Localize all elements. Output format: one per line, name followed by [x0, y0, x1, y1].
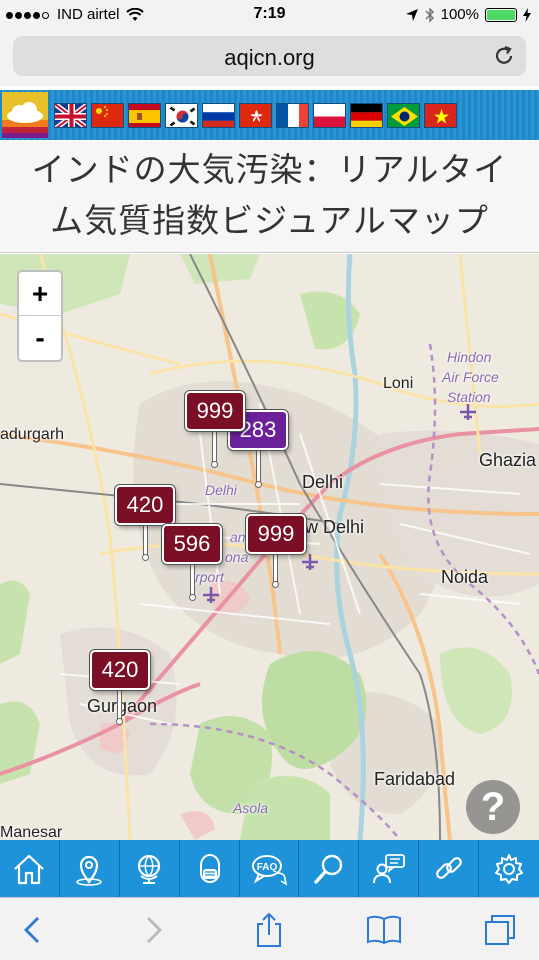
svg-text:FAQ: FAQ	[257, 862, 278, 873]
status-bar: IND airtel 7:19 100%	[0, 0, 539, 30]
flag-uk-icon[interactable]	[54, 103, 87, 128]
place-label-indira-2: ona	[225, 549, 249, 565]
nav-forum-button[interactable]	[359, 840, 420, 897]
battery-icon	[485, 7, 517, 22]
place-label-hindon-1: Hindon	[447, 349, 492, 365]
nav-settings-button[interactable]	[479, 840, 539, 897]
flag-china-icon[interactable]	[91, 103, 124, 128]
zoom-in-button[interactable]: +	[19, 272, 61, 316]
back-icon[interactable]	[16, 912, 52, 948]
marker-stem	[191, 561, 194, 597]
place-label-ghaziabad: Ghazia	[479, 450, 537, 470]
marker-stem	[257, 447, 260, 483]
url-text[interactable]: aqicn.org	[13, 45, 526, 71]
flag-vietnam-icon[interactable]	[424, 103, 457, 128]
nav-mask-button[interactable]	[180, 840, 240, 897]
nav-home-button[interactable]	[0, 840, 60, 897]
marker-stem	[144, 523, 147, 557]
home-icon	[14, 854, 45, 884]
address-bar[interactable]: aqicn.org	[13, 36, 526, 76]
search-icon	[314, 854, 343, 884]
place-label-faridabad: Faridabad	[374, 769, 456, 789]
zoom-control: + -	[17, 270, 63, 362]
forward-icon[interactable]	[134, 912, 170, 948]
page-title: インドの大気汚染：リアルタイ ム気質指数ビジュアルマップ	[0, 141, 539, 253]
marker-stem	[213, 429, 216, 464]
nav-search-button[interactable]	[299, 840, 360, 897]
faq-icon: FAQ	[252, 854, 288, 886]
flag-france-icon[interactable]	[276, 103, 309, 128]
flag-russia-icon[interactable]	[202, 103, 235, 128]
share-icon[interactable]	[251, 912, 287, 948]
place-label-manesar: Manesar	[0, 824, 63, 840]
gear-icon	[495, 853, 524, 884]
mask-icon	[200, 853, 221, 883]
place-label-indira-3: irport	[192, 569, 224, 585]
link-icon	[435, 856, 462, 879]
nav-location-button[interactable]	[60, 840, 120, 897]
nav-link-button[interactable]	[419, 840, 480, 897]
flag-brazil-icon[interactable]	[387, 103, 420, 128]
zoom-out-button[interactable]: -	[19, 316, 61, 360]
location-arrow-icon	[405, 8, 418, 21]
flag-germany-icon[interactable]	[350, 103, 383, 128]
marker-anchor	[117, 719, 122, 724]
reload-icon[interactable]	[492, 44, 516, 68]
place-label-bahadurgarh: adurgarh	[0, 426, 65, 443]
language-flag-bar	[0, 90, 539, 140]
marker-anchor	[143, 555, 148, 560]
browser-toolbar	[0, 897, 539, 960]
marker-anchor	[190, 595, 195, 600]
tabs-icon[interactable]	[482, 912, 518, 948]
marker-anchor	[212, 462, 217, 467]
flag-hong-kong-icon[interactable]	[239, 103, 272, 128]
aqi-marker[interactable]: 420	[90, 650, 150, 690]
globe-icon	[138, 854, 161, 884]
charging-bolt-icon	[523, 7, 531, 22]
aqi-marker[interactable]: 596	[162, 524, 222, 564]
place-label-hindon-3: Station	[447, 389, 491, 405]
marker-stem	[118, 688, 121, 721]
place-label-hindon-2: Air Force	[442, 369, 499, 385]
bluetooth-icon	[425, 6, 434, 23]
flag-spain-icon[interactable]	[128, 103, 161, 128]
marker-anchor	[273, 582, 278, 587]
nav-world-button[interactable]	[120, 840, 180, 897]
nav-faq-button[interactable]: FAQ	[240, 840, 300, 897]
aqi-marker[interactable]: 420	[115, 485, 175, 525]
place-label-noida: Noida	[441, 567, 489, 587]
forum-icon	[372, 853, 405, 883]
marker-anchor	[256, 482, 261, 487]
flag-list	[54, 103, 457, 128]
bottom-nav: FAQ	[0, 840, 539, 897]
aqicn-logo[interactable]	[2, 92, 48, 138]
place-label-delhi: Delhi	[302, 472, 344, 492]
browser-address-area: aqicn.org	[0, 30, 539, 86]
place-label-loni: Loni	[383, 375, 414, 392]
page-title-line-2: ム気質指数ビジュアルマップ	[50, 201, 489, 240]
place-label-asola: Asola	[233, 800, 269, 816]
place-label-delhi-district: Delhi	[205, 482, 237, 498]
place-label-gurgaon: Gurgaon	[87, 696, 158, 716]
battery-percent: 100%	[440, 6, 479, 23]
bookmarks-icon[interactable]	[366, 912, 402, 948]
aqi-marker[interactable]: 999	[246, 514, 306, 554]
flag-poland-icon[interactable]	[313, 103, 346, 128]
aqi-marker[interactable]: 999	[185, 391, 245, 431]
flag-korea-icon[interactable]	[165, 103, 198, 128]
help-button[interactable]: ?	[466, 780, 520, 834]
page-title-line-1: インドの大気汚染：リアルタイ	[31, 150, 508, 189]
place-label-new-delhi: w Delhi	[305, 517, 365, 537]
location-pin-icon	[76, 855, 103, 886]
